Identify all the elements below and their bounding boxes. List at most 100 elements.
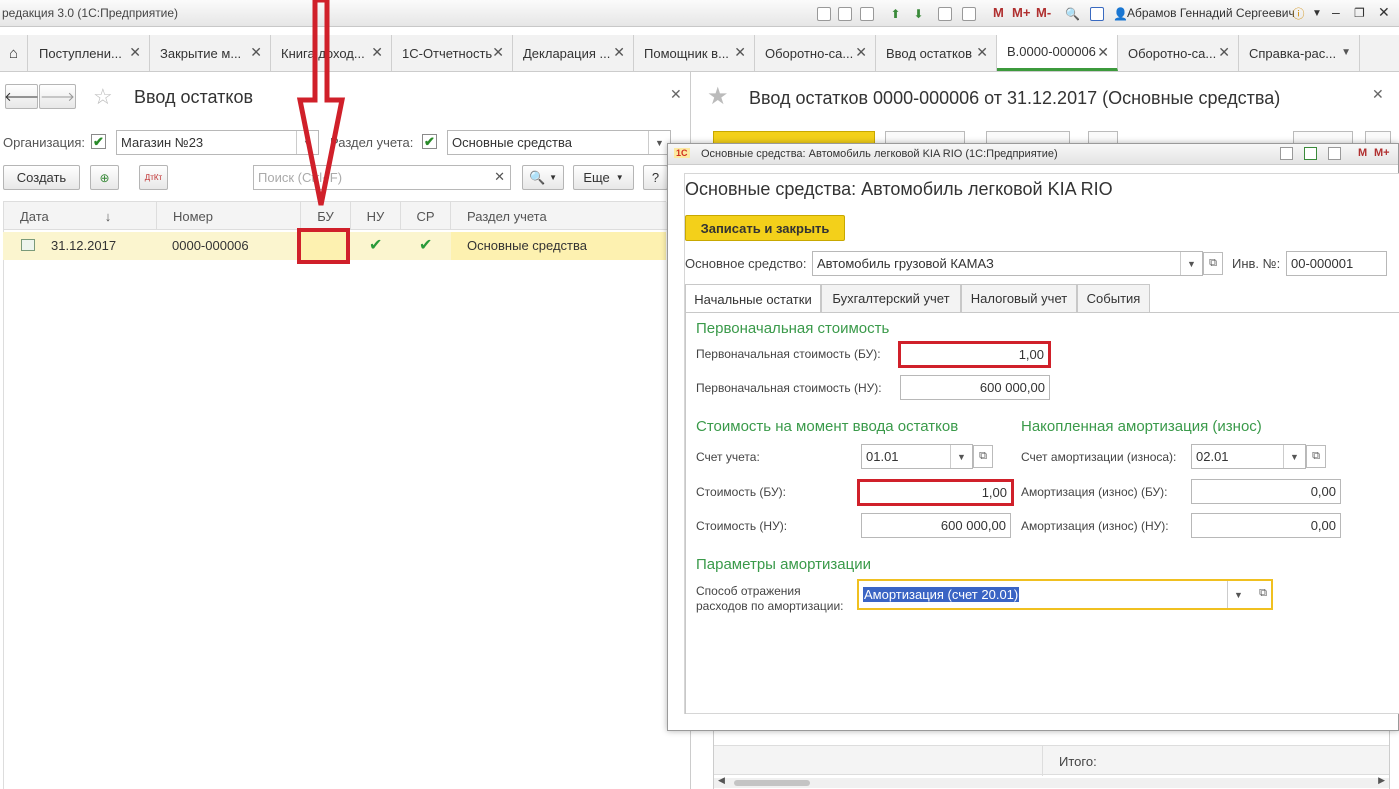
tab-tax[interactable]: Налоговый учет — [961, 284, 1077, 312]
spreadsheet-icon[interactable] — [936, 5, 953, 22]
print-icon[interactable] — [1280, 147, 1293, 160]
amort-nu-field[interactable]: 0,00 — [1191, 513, 1341, 538]
save-icon[interactable] — [815, 5, 832, 22]
more-button[interactable]: Еще ▼ — [573, 165, 634, 190]
col-section[interactable]: Раздел учета — [451, 202, 667, 230]
tab-vvod-ostatkov[interactable]: Ввод остатков ✕ — [876, 35, 997, 71]
asset-select[interactable]: Автомобиль грузовой КАМАЗ ▼ — [812, 251, 1203, 276]
tab-deklaratsiya[interactable]: Декларация ... ✕ — [513, 35, 634, 71]
scroll-right-icon[interactable]: ▶ — [1378, 775, 1385, 786]
scroll-left-icon[interactable]: ◀ — [718, 775, 725, 786]
org-filter-checkbox[interactable]: ✔ — [91, 134, 106, 149]
tab-accounting[interactable]: Бухгалтерский учет — [821, 284, 961, 312]
document-close-icon[interactable]: ✕ — [1372, 86, 1384, 103]
amort-account-select[interactable]: 02.01 ▼ — [1191, 444, 1306, 469]
close-icon[interactable]: ✕ — [129, 44, 141, 61]
clear-search-icon[interactable]: ✕ — [494, 169, 505, 185]
tab-oborotno-1[interactable]: Оборотно-са... ✕ — [755, 35, 876, 71]
close-icon[interactable]: ✕ — [613, 44, 625, 61]
copy-button[interactable]: ⊕ — [90, 165, 119, 190]
save-and-close-button[interactable]: Записать и закрыть — [685, 215, 845, 241]
spreadsheet-icon[interactable] — [1304, 147, 1317, 160]
section-filter-checkbox[interactable]: ✔ — [422, 134, 437, 149]
create-button[interactable]: Создать — [3, 165, 80, 190]
scrollbar-thumb[interactable] — [734, 780, 810, 786]
org-select[interactable]: Магазин №23 ▼ — [116, 130, 319, 155]
favorite-star-icon[interactable]: ☆ — [93, 84, 113, 110]
tab-initial-balances[interactable]: Начальные остатки — [685, 284, 821, 313]
forward-button[interactable]: 🡒 — [39, 84, 76, 109]
memory-button[interactable]: M — [1358, 147, 1367, 159]
cost-nu-field[interactable]: 600 000,00 — [861, 513, 1011, 538]
close-icon[interactable]: ✕ — [371, 44, 383, 61]
amort-bu-field[interactable]: 0,00 — [1191, 479, 1341, 504]
tab-document-active[interactable]: В.0000-000006 ✕ — [997, 35, 1118, 71]
chevron-down-icon[interactable]: ▼ — [1341, 47, 1351, 58]
amort-method-select[interactable]: Амортизация (счет 20.01) ▼ ⧉ — [857, 579, 1273, 610]
panel-icon[interactable] — [1088, 5, 1105, 22]
tab-otchetnost[interactable]: 1С-Отчетность ✕ — [392, 35, 513, 71]
memory-plus-button[interactable]: M+ — [1012, 5, 1030, 20]
list-close-icon[interactable]: ✕ — [670, 86, 682, 103]
open-amort-account-button[interactable]: ⧉ — [1306, 445, 1326, 468]
restore-button[interactable]: ❐ — [1354, 6, 1365, 20]
tab-spravka[interactable]: Справка-рас... ▼ — [1239, 35, 1360, 71]
close-icon[interactable]: ✕ — [734, 44, 746, 61]
print-icon[interactable] — [836, 5, 853, 22]
open-icon[interactable]: ⧉ — [1259, 587, 1267, 600]
back-button[interactable]: 🡐 — [4, 84, 39, 109]
favorite-star-icon[interactable]: ★ — [707, 82, 729, 111]
zoom-icon[interactable]: 🔍 — [1064, 5, 1081, 22]
close-button[interactable]: ✕ — [1378, 4, 1390, 21]
open-account-button[interactable]: ⧉ — [973, 445, 993, 468]
document-table: Итого: ◀ ▶ — [713, 731, 1390, 789]
close-icon[interactable]: ✕ — [1097, 44, 1109, 61]
home-tab[interactable]: ⌂ — [0, 35, 28, 71]
inv-number-field[interactable]: 00-000001 — [1286, 251, 1387, 276]
col-number[interactable]: Номер — [157, 202, 301, 230]
user-name[interactable]: Абрамов Геннадий Сергеевич — [1127, 6, 1295, 20]
calendar-icon[interactable] — [960, 5, 977, 22]
initial-nu-value: 600 000,00 — [979, 380, 1045, 395]
col-sr[interactable]: СР — [401, 202, 451, 230]
horizontal-scrollbar[interactable]: ◀ ▶ — [714, 775, 1389, 788]
calendar-icon[interactable] — [1328, 147, 1341, 160]
download-icon[interactable]: ⬇ — [910, 5, 927, 22]
section-select[interactable]: Основные средства ▼ — [447, 130, 671, 155]
initial-nu-field[interactable]: 600 000,00 — [900, 375, 1050, 400]
method-label-line1: Способ отражения — [696, 584, 801, 598]
dt-kt-button[interactable]: ДтКт — [139, 165, 168, 190]
memory-button[interactable]: M — [993, 5, 1004, 20]
close-icon[interactable]: ✕ — [250, 44, 262, 61]
tab-pomoshnik[interactable]: Помощник в... ✕ — [634, 35, 755, 71]
tab-label: Поступлени... — [39, 45, 122, 61]
chevron-down-icon[interactable]: ▼ — [1283, 445, 1305, 468]
help-button[interactable]: ? — [643, 165, 668, 190]
minimize-button[interactable]: – — [1332, 4, 1340, 20]
tab-zakrytie[interactable]: Закрытие м... ✕ — [150, 35, 271, 71]
dt-kt-icon: ДтКт — [144, 172, 163, 182]
close-icon[interactable]: ✕ — [855, 44, 867, 61]
initial-bu-field[interactable]: 1,00 — [898, 341, 1051, 368]
tab-postupleniya[interactable]: Поступлени... ✕ — [29, 35, 150, 71]
search-button[interactable]: 🔍 ▼ — [522, 165, 564, 190]
cost-bu-field[interactable]: 1,00 — [857, 479, 1014, 506]
tab-oborotno-2[interactable]: Оборотно-са... ✕ — [1118, 35, 1239, 71]
chevron-down-icon[interactable]: ▼ — [950, 445, 972, 468]
close-icon[interactable]: ✕ — [1218, 44, 1230, 61]
info-icon[interactable]: ⓘ — [1290, 5, 1307, 22]
account-select[interactable]: 01.01 ▼ — [861, 444, 973, 469]
chevron-down-icon[interactable]: ▼ — [1180, 252, 1202, 275]
col-date[interactable]: Дата ↓ — [4, 202, 157, 230]
memory-minus-button[interactable]: M- — [1036, 5, 1051, 20]
chevron-down-icon[interactable]: ▼ — [1227, 581, 1249, 608]
preview-icon[interactable] — [858, 5, 875, 22]
open-asset-button[interactable]: ⧉ — [1203, 252, 1223, 275]
close-icon[interactable]: ✕ — [976, 44, 988, 61]
close-icon[interactable]: ✕ — [492, 44, 504, 61]
tab-events[interactable]: События — [1077, 284, 1150, 312]
chevron-down-icon[interactable]: ▼ — [1312, 8, 1322, 19]
amort-method-value: Амортизация (счет 20.01) — [863, 587, 1020, 602]
upload-icon[interactable]: ⬆ — [887, 5, 904, 22]
memory-plus-button[interactable]: M+ — [1374, 147, 1390, 159]
